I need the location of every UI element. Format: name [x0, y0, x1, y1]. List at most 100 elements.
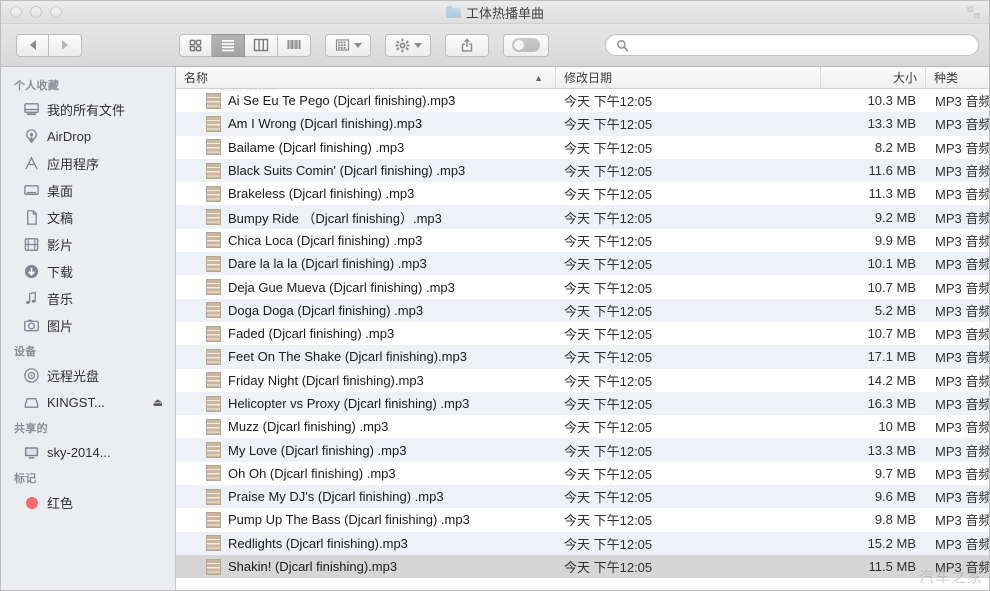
table-row[interactable]: Chica Loca (Djcarl finishing) .mp3 今天 下午1…	[176, 228, 989, 253]
fullscreen-icon[interactable]	[966, 5, 981, 20]
file-size-cell: 10.1 MB	[867, 256, 916, 272]
tag-toggle-button[interactable]	[503, 33, 549, 57]
list-view-button[interactable]	[212, 33, 245, 57]
action-menu-button[interactable]	[385, 33, 431, 57]
icon-view-button[interactable]	[179, 33, 212, 57]
nav-buttons	[16, 33, 82, 57]
sidebar-item-sky-2014[interactable]: sky-2014...	[1, 439, 175, 466]
file-kind-cell: MP3 音频	[935, 536, 989, 552]
file-kind-cell: MP3 音频	[935, 187, 989, 203]
minimize-button[interactable]	[30, 6, 42, 18]
arrange-by-button[interactable]	[325, 33, 371, 57]
sidebar-item-[interactable]: 影片	[1, 231, 175, 258]
file-name-label: Muzz (Djcarl finishing) .mp3	[228, 419, 389, 435]
sidebar-item-[interactable]: 音乐	[1, 285, 175, 312]
sidebar-item-label: 桌面	[47, 184, 74, 199]
file-kind-cell: MP3 音频	[935, 140, 989, 156]
sidebar-item-kingst[interactable]: KINGST... ⏏	[1, 389, 175, 416]
table-row[interactable]: Helicopter vs Proxy (Djcarl finishing) .…	[176, 391, 989, 416]
table-row[interactable]: Feet On The Shake (Djcarl finishing).mp3…	[176, 345, 989, 369]
sidebar-section-header: 标记	[14, 473, 37, 485]
file-date-cell: 今天 下午12:05	[564, 513, 653, 529]
table-row[interactable]: Faded (Djcarl finishing) .mp3 今天 下午12:05 1…	[176, 321, 989, 346]
sidebar-item-[interactable]: 红色	[1, 489, 175, 516]
chevron-down-icon	[413, 42, 422, 48]
sidebar-item-[interactable]: 下载	[1, 258, 175, 285]
page-title: 工体热播单曲	[465, 5, 544, 21]
file-size-cell: 13.3 MB	[867, 442, 916, 458]
chevron-right-icon	[62, 40, 68, 50]
file-name-cell: Bumpy Ride （Djcarl finishing）.mp3	[176, 208, 556, 227]
file-date-cell: 今天 下午12:05	[564, 397, 653, 412]
tag-toggle-icon	[512, 38, 540, 52]
share-button[interactable]	[445, 33, 489, 57]
file-name-cell: Dare la la la (Djcarl finishing) .mp3	[176, 255, 556, 272]
file-date-cell: 今天 下午12:05	[564, 187, 653, 203]
file-name-label: Helicopter vs Proxy (Djcarl finishing) .…	[228, 396, 470, 411]
file-name-cell: Redlights (Djcarl finishing).mp3	[176, 535, 556, 552]
file-size-cell: 8.2 MB	[874, 139, 916, 155]
file-name-label: Am I Wrong (Djcarl finishing).mp3	[228, 116, 423, 132]
sidebar-item-label: 图片	[47, 319, 74, 334]
column-header-kind[interactable]: 种类	[926, 67, 989, 88]
eject-icon[interactable]: ⏏	[153, 396, 163, 409]
table-row[interactable]: Bailame (Djcarl finishing) .mp3 今天 下午12:0…	[176, 135, 989, 159]
sidebar-item-[interactable]: 应用程序	[1, 150, 175, 177]
table-row[interactable]: Dare la la la (Djcarl finishing) .mp3 今天 …	[176, 252, 989, 276]
mp3-file-icon	[206, 209, 221, 226]
sidebar-item-[interactable]: 图片	[1, 312, 175, 339]
sidebar-item-[interactable]: 远程光盘	[1, 362, 175, 389]
applications-icon	[23, 155, 40, 172]
column-header-date[interactable]: 修改日期	[556, 67, 821, 88]
table-row[interactable]: Friday Night (Djcarl finishing).mp3 今天 下午…	[176, 368, 989, 392]
table-row[interactable]: My Love (Djcarl finishing) .mp3 今天 下午12:0…	[176, 438, 989, 462]
sidebar-item-[interactable]: 我的所有文件	[1, 96, 175, 123]
file-date-cell: 今天 下午12:05	[564, 233, 653, 249]
search-field[interactable]	[605, 34, 979, 56]
back-button[interactable]	[16, 33, 49, 57]
file-date-cell: 今天 下午12:05	[564, 257, 653, 273]
table-row[interactable]: Brakeless (Djcarl finishing) .mp3 今天 下午12…	[176, 182, 989, 206]
gear-icon	[395, 38, 409, 52]
table-row[interactable]: Pump Up The Bass (Djcarl finishing) .mp3…	[176, 508, 989, 532]
search-input[interactable]	[635, 38, 968, 52]
chevron-left-icon	[29, 40, 36, 50]
table-row[interactable]: Deja Gue Mueva (Djcarl finishing) .mp3 今天…	[176, 275, 989, 299]
file-size-cell: 9.7 MB	[874, 465, 916, 481]
forward-button[interactable]	[49, 33, 82, 57]
table-row[interactable]: Muzz (Djcarl finishing) .mp3 今天 下午12:05 10…	[176, 415, 989, 439]
file-size-cell: 10.3 MB	[867, 93, 916, 109]
title-bar: 工体热播单曲	[1, 1, 989, 24]
table-row[interactable]: Bumpy Ride （Djcarl finishing）.mp3 今天 下午12…	[176, 205, 989, 229]
movies-icon	[23, 236, 40, 253]
file-name-label: Feet On The Shake (Djcarl finishing).mp3	[228, 349, 467, 365]
table-row[interactable]: Redlights (Djcarl finishing).mp3 今天 下午12:…	[176, 531, 989, 555]
mp3-file-icon	[206, 372, 221, 389]
sidebar-item-[interactable]: 桌面	[1, 177, 175, 204]
sidebar-item-airdrop[interactable]: AirDrop	[1, 123, 175, 150]
table-row[interactable]: Shakin! (Djcarl finishing).mp3 今天 下午12:05…	[176, 554, 989, 579]
zoom-button[interactable]	[50, 6, 62, 18]
table-row[interactable]: Am I Wrong (Djcarl finishing).mp3 今天 下午12…	[176, 112, 989, 136]
table-row[interactable]: Black Suits Comin' (Djcarl finishing) .m…	[176, 158, 989, 183]
file-name-cell: Am I Wrong (Djcarl finishing).mp3	[176, 115, 556, 132]
coverflow-view-button[interactable]	[278, 33, 311, 57]
column-view-button[interactable]	[245, 33, 278, 57]
table-row[interactable]: Oh Oh (Djcarl finishing) .mp3 今天 下午12:05 9…	[176, 461, 989, 486]
column-header-name[interactable]: 名称 ▲	[176, 67, 556, 88]
file-size-cell: 13.3 MB	[867, 116, 916, 132]
table-row[interactable]: Ai Se Eu Te Pego (Djcarl finishing).mp3 今…	[176, 89, 989, 113]
mp3-file-icon	[206, 255, 221, 272]
file-name-label: My Love (Djcarl finishing) .mp3	[228, 442, 407, 458]
file-name-label: Faded (Djcarl finishing) .mp3	[228, 326, 395, 342]
column-header-size[interactable]: 大小	[821, 67, 926, 88]
table-row[interactable]: Doga Doga (Djcarl finishing) .mp3 今天 下午12…	[176, 298, 989, 322]
file-date-cell: 今天 下午12:05	[564, 140, 653, 156]
table-row[interactable]: Praise My DJ's (Djcarl finishing) .mp3 今天…	[176, 485, 989, 509]
sidebar-item-label: 远程光盘	[47, 369, 100, 384]
file-name-label: Doga Doga (Djcarl finishing) .mp3	[228, 302, 424, 318]
sidebar-item-[interactable]: 文稿	[1, 204, 175, 231]
close-button[interactable]	[10, 6, 22, 18]
file-name-cell: My Love (Djcarl finishing) .mp3	[176, 442, 556, 459]
file-kind-cell: MP3 音频	[935, 94, 989, 110]
